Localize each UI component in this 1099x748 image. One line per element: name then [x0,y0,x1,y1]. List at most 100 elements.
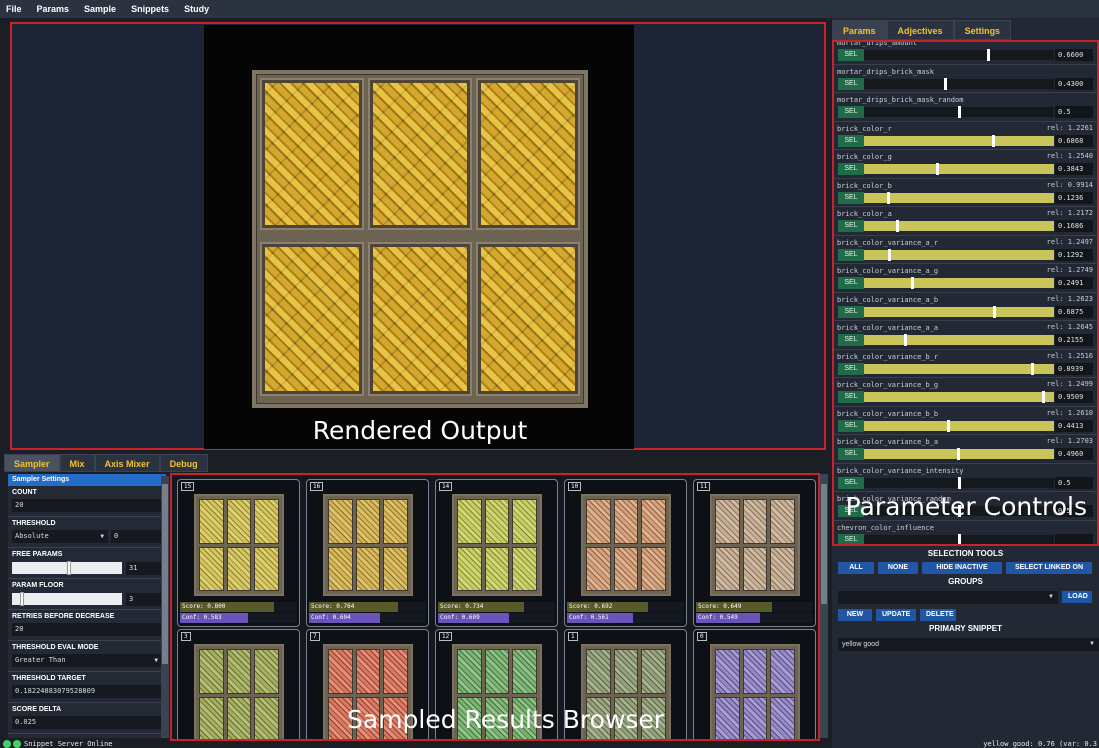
param-value-input[interactable]: 0.1686 [1055,220,1093,232]
slider-thumb[interactable] [888,248,891,261]
param-floor-input[interactable]: 3 [126,593,162,606]
retries-input[interactable]: 20 [12,623,162,636]
result-card[interactable]: 14 Score: 0.734 Conf: 0.609 [435,479,558,627]
param-slider[interactable] [864,334,1054,346]
param-sel-button[interactable]: SEL [838,305,864,318]
param-sel-button[interactable]: SEL [838,277,864,289]
param-value-input[interactable]: 0.4960 [1055,448,1093,460]
param-sel-button[interactable]: SEL [838,49,864,61]
param-value-input[interactable]: 0.6875 [1055,305,1093,318]
param-value-input[interactable]: 0.4413 [1055,419,1093,432]
score-delta-input[interactable]: 0.025 [12,716,162,729]
param-sel-button[interactable]: SEL [838,248,864,261]
threshold-input[interactable]: 0 [111,530,161,543]
param-value-input[interactable]: 0.1292 [1055,248,1093,261]
slider-thumb[interactable] [896,220,899,232]
select-none-button[interactable]: NONE [878,562,918,574]
param-sel-button[interactable]: SEL [838,419,864,432]
param-value-input[interactable]: 0.1236 [1055,191,1093,204]
slider-thumb[interactable] [957,448,960,460]
count-input[interactable]: 20 [12,499,162,512]
menu-study[interactable]: Study [184,4,209,14]
param-sel-button[interactable]: SEL [838,476,864,489]
param-slider[interactable] [864,49,1054,61]
param-sel-button[interactable]: SEL [838,391,864,403]
new-group-button[interactable]: NEW [838,609,872,621]
param-value-input[interactable]: 0.5 [1055,106,1093,118]
slider-thumb[interactable] [1031,362,1034,375]
update-group-button[interactable]: UPDATE [876,609,916,621]
result-card[interactable]: 11 Score: 0.649 Conf: 0.549 [693,479,816,627]
param-slider[interactable] [864,448,1054,460]
slider-thumb[interactable] [904,334,907,346]
slider-thumb[interactable] [911,277,914,289]
threshold-mode-select[interactable]: Absolute ▼ [12,530,108,543]
param-sel-button[interactable]: SEL [838,163,864,175]
param-sel-button[interactable]: SEL [838,77,864,90]
hide-inactive-button[interactable]: HIDE INACTIVE [922,562,1002,574]
param-value-input[interactable]: 0.3843 [1055,163,1093,175]
param-value-input[interactable]: 0.2491 [1055,277,1093,289]
param-slider[interactable] [864,220,1054,232]
slider-thumb[interactable] [887,191,890,204]
select-all-button[interactable]: ALL [838,562,874,574]
param-sel-button[interactable]: SEL [838,334,864,346]
free-params-input[interactable]: 31 [126,562,162,575]
param-value-input[interactable]: 0.2155 [1055,334,1093,346]
param-slider[interactable] [864,106,1054,118]
delete-group-button[interactable]: DELETE [920,609,956,621]
param-sel-button[interactable]: SEL [838,533,864,544]
param-value-input[interactable] [1055,533,1093,544]
param-slider[interactable] [864,191,1054,204]
param-sel-button[interactable]: SEL [838,220,864,232]
slider-thumb[interactable] [944,77,947,90]
menu-params[interactable]: Params [37,4,70,14]
param-sel-button[interactable]: SEL [838,362,864,375]
result-card[interactable]: 15 Score: 0.800 Conf: 0.583 [177,479,300,627]
slider-thumb[interactable] [958,106,961,118]
param-sel-button[interactable]: SEL [838,191,864,204]
slider-thumb[interactable] [987,49,990,61]
slider-thumb[interactable] [1042,391,1045,403]
param-value-input[interactable]: 0.8939 [1055,362,1093,375]
result-card[interactable]: 3 [177,629,300,739]
results-scrollbar[interactable] [820,474,828,738]
param-slider[interactable] [864,134,1054,147]
param-value-input[interactable]: 0.4300 [1055,77,1093,90]
slider-thumb[interactable] [958,533,961,544]
slider-thumb[interactable] [958,476,961,489]
param-slider[interactable] [864,533,1054,544]
eval-mode-select[interactable]: Greater Than ▼ [12,654,162,667]
menu-file[interactable]: File [6,4,22,14]
param-slider[interactable] [864,476,1054,489]
result-card[interactable]: 0 [693,629,816,739]
free-params-slider[interactable] [12,561,122,575]
param-value-input[interactable]: 0.6868 [1055,134,1093,147]
param-slider[interactable] [864,419,1054,432]
param-value-input[interactable]: 0.5 [1055,476,1093,489]
slider-thumb[interactable] [67,561,71,575]
result-card[interactable]: 16 Score: 0.764 Conf: 0.604 [306,479,429,627]
slider-thumb[interactable] [947,419,950,432]
tab-sampler[interactable]: Sampler [4,454,60,472]
load-group-button[interactable]: LOAD [1062,591,1092,603]
tab-axis-mixer[interactable]: Axis Mixer [94,454,160,472]
param-slider[interactable] [864,248,1054,261]
param-value-input[interactable]: 0.9509 [1055,391,1093,403]
tab-adjectives[interactable]: Adjectives [886,20,954,40]
scrollbar-thumb[interactable] [821,484,827,604]
scrollbar-thumb[interactable] [162,484,168,664]
result-card[interactable]: 10 Score: 0.692 Conf: 0.561 [564,479,687,627]
select-linked-on-button[interactable]: SELECT LINKED ON [1006,562,1092,574]
param-value-input[interactable]: 0.6600 [1055,49,1093,61]
param-sel-button[interactable]: SEL [838,448,864,460]
param-sel-button[interactable]: SEL [838,134,864,147]
menu-sample[interactable]: Sample [84,4,116,14]
slider-thumb[interactable] [20,592,24,606]
param-slider[interactable] [864,277,1054,289]
param-slider[interactable] [864,362,1054,375]
slider-thumb[interactable] [992,134,995,147]
tab-mix[interactable]: Mix [59,454,95,472]
primary-snippet-dropdown[interactable]: yellow good ▼ [838,638,1099,651]
menu-snippets[interactable]: Snippets [131,4,169,14]
